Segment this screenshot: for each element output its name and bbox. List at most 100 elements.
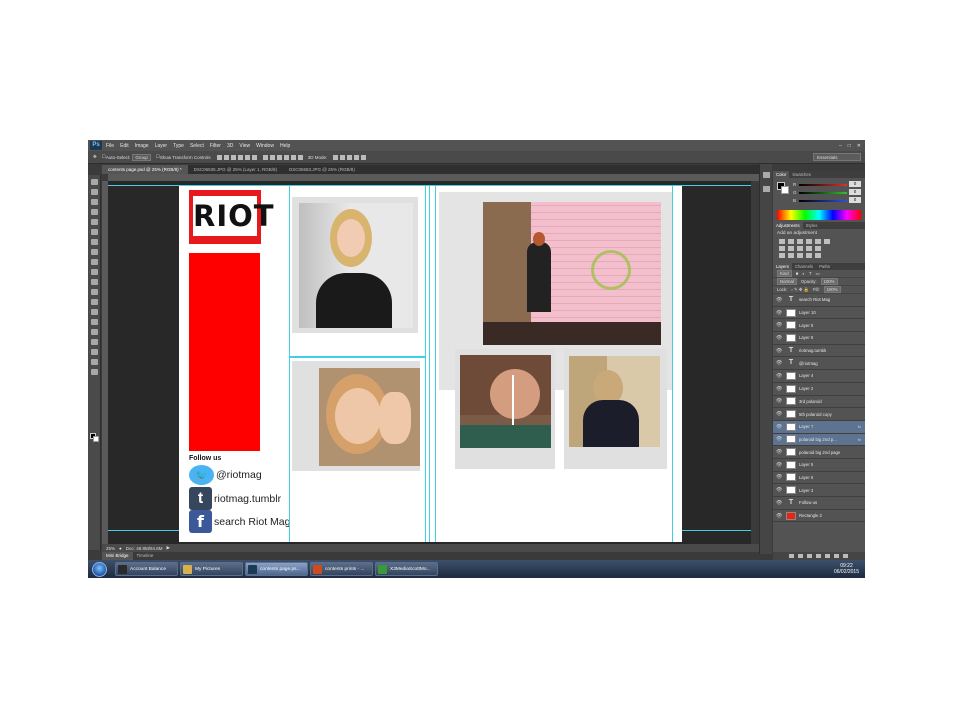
3d-rotate-icon[interactable] [333,154,339,160]
marquee-tool-icon[interactable] [90,189,98,195]
filter-pixel-icon[interactable]: ■ [796,271,799,276]
tab-dsc06583[interactable]: DSC06583.JPG @ 25% (RGB/8) [283,165,361,174]
visibility-eye-icon[interactable]: 👁 [776,411,782,417]
filter-adjust-icon[interactable]: ◐ [802,271,805,276]
menu-window[interactable]: Window [256,143,274,149]
move-tool-icon[interactable]: ✥ [93,154,97,160]
layer-row[interactable]: 👁 polaroid big 2nd page [773,446,865,459]
layer-row[interactable]: 👁 3rd polaroid [773,396,865,409]
minimize-icon[interactable]: – [839,143,842,149]
type-tool-icon[interactable] [90,329,98,335]
blur-tool-icon[interactable] [90,299,98,305]
layer-row[interactable]: 👁 Tsearch Riot Mag [773,294,865,307]
layer-row[interactable]: 👁 Rectangle 2 [773,510,865,523]
taskbar-button[interactable]: contents page.ps... [245,562,308,576]
distribute-top-icon[interactable] [262,154,268,160]
menu-type[interactable]: Type [173,143,184,149]
photo-filter-adjust-icon[interactable] [797,246,803,251]
link-layers-icon[interactable] [789,554,794,558]
brightness-adjust-icon[interactable] [779,239,785,244]
menu-layer[interactable]: Layer [155,143,168,149]
brush-tool-icon[interactable] [90,249,98,255]
layer-style-icon[interactable] [798,554,803,558]
lock-icons[interactable]: ▫ ✎ ✥ 🔒 [791,287,809,293]
properties-panel-icon[interactable] [762,186,770,192]
lasso-tool-icon[interactable] [90,199,98,205]
taskbar-button[interactable]: My Pictures [180,562,243,576]
visibility-eye-icon[interactable]: 👁 [776,360,782,366]
layer-row[interactable]: 👁 Triotmag.tumblr [773,345,865,358]
history-brush-tool-icon[interactable] [90,269,98,275]
tab-layers[interactable]: Layers [773,263,792,270]
filter-shape-icon[interactable]: ▭ [815,271,819,277]
opacity-field[interactable]: 100% [820,278,838,285]
workspace-dropdown[interactable]: Essentials [813,153,861,161]
vibrance-adjust-icon[interactable] [815,239,821,244]
status-arrow-icon[interactable]: ▶ [167,545,170,551]
menu-image[interactable]: Image [135,143,149,149]
align-center-icon[interactable] [244,154,250,160]
distribute-center-icon[interactable] [290,154,296,160]
tab-dsc06535[interactable]: DSC06535.JPG @ 25% (Layer 1, RGB/8) [188,165,283,174]
color-spectrum[interactable] [777,210,861,220]
tab-adjustments[interactable]: Adjustments [773,222,803,229]
hue-adjust-icon[interactable] [824,239,830,244]
menu-filter[interactable]: Filter [210,143,221,149]
levels-adjust-icon[interactable] [788,239,794,244]
visibility-eye-icon[interactable]: 👁 [776,322,782,328]
distribute-right-icon[interactable] [297,154,303,160]
blue-slider[interactable] [799,200,847,202]
tab-swatches[interactable]: Swatches [789,171,814,178]
layer-row[interactable]: 👁 Layer 4 [773,370,865,383]
distribute-bottom-icon[interactable] [276,154,282,160]
status-options-icon[interactable]: ● [119,546,122,551]
distribute-buttons[interactable] [262,154,303,160]
align-right-icon[interactable] [251,154,257,160]
eyedropper-tool-icon[interactable] [90,229,98,235]
visibility-eye-icon[interactable]: 👁 [776,335,782,341]
menu-select[interactable]: Select [190,143,204,149]
move-tool-icon[interactable] [90,179,98,185]
layer-mask-icon[interactable] [807,554,812,558]
posterize-adjust-icon[interactable] [788,253,794,258]
filter-type-icon[interactable]: T [809,271,812,276]
curves-adjust-icon[interactable] [797,239,803,244]
history-panel-icon[interactable] [762,172,770,178]
pen-tool-icon[interactable] [90,319,98,325]
menu-help[interactable]: Help [280,143,290,149]
red-slider[interactable] [799,184,847,186]
align-left-icon[interactable] [237,154,243,160]
3d-drag-icon[interactable] [347,154,353,160]
tab-color[interactable]: Color [773,171,790,178]
zoom-level[interactable]: 25% [106,546,115,551]
stamp-tool-icon[interactable] [90,259,98,265]
background-color-swatch[interactable] [93,436,99,442]
canvas-area[interactable]: RIOT Follow us 🐦 @riotmag t riotmag.tumb… [108,181,751,544]
visibility-eye-icon[interactable]: 👁 [776,513,782,519]
windows-start-icon[interactable] [92,561,107,577]
layer-row[interactable]: 👁 Layer 3 [773,484,865,497]
green-value[interactable]: 0 [849,189,861,195]
zoom-tool-icon[interactable] [90,369,98,375]
menu-view[interactable]: View [239,143,250,149]
delete-layer-icon[interactable] [843,554,848,558]
tab-contents-page[interactable]: contents page.psd @ 25% (RGB/8) * [102,165,188,174]
quick-select-tool-icon[interactable] [90,209,98,215]
layer-row[interactable]: 👁 Layer 10 [773,307,865,320]
auto-select-dropdown[interactable]: Group [132,153,151,161]
gradient-tool-icon[interactable] [90,289,98,295]
layer-effects-icon[interactable]: fx [858,437,861,442]
distribute-middle-icon[interactable] [269,154,275,160]
taskbar-button[interactable]: contents prints - ... [310,562,373,576]
visibility-eye-icon[interactable]: 👁 [776,386,782,392]
taskbar-button[interactable]: Account Balance [115,562,178,576]
layer-row[interactable]: 👁 Layer 8 [773,332,865,345]
visibility-eye-icon[interactable]: 👁 [776,487,782,493]
visibility-eye-icon[interactable]: 👁 [776,348,782,354]
layer-kind-dropdown[interactable]: Kind [777,270,792,277]
layer-row[interactable]: 👁 Layer 7 fx [773,420,865,434]
3d-scale-icon[interactable] [361,154,367,160]
layer-row[interactable]: 👁 5th polaroid copy [773,408,865,421]
layer-row[interactable]: 👁 Layer 9 [773,319,865,333]
new-group-icon[interactable] [825,554,830,558]
